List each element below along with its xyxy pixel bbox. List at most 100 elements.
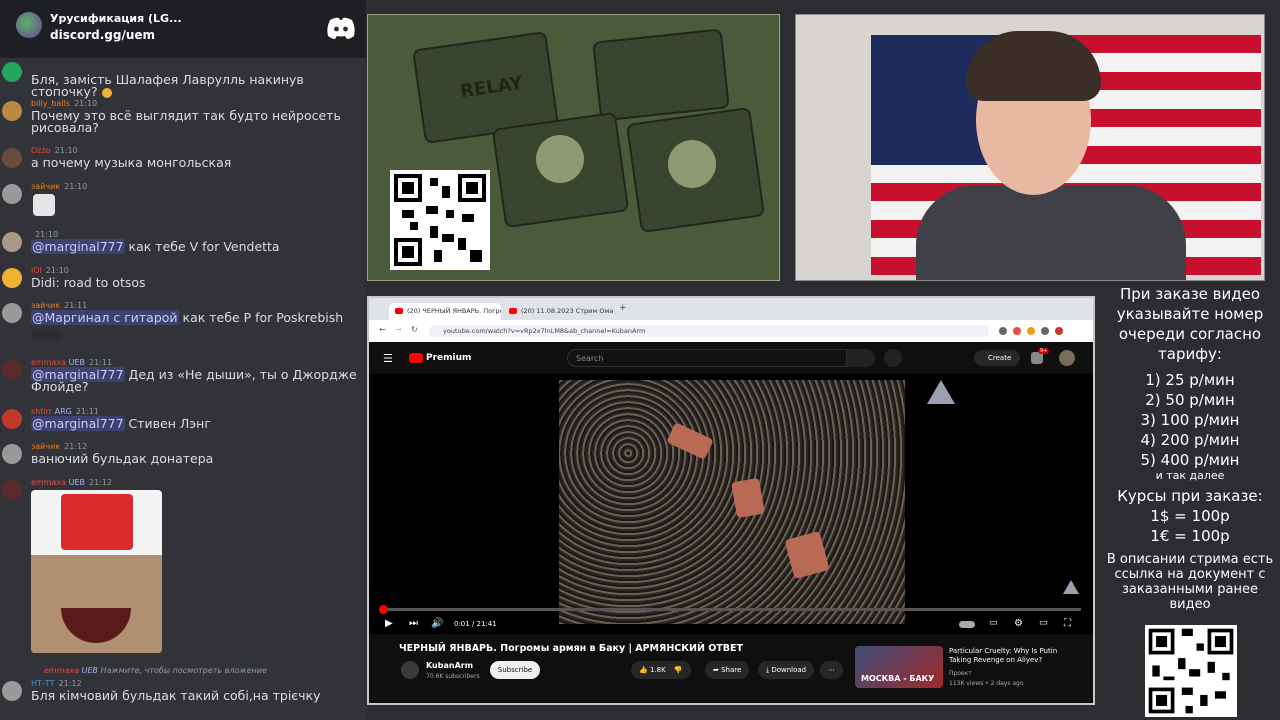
coffin-shape [731,477,765,519]
nav-back-icon[interactable]: ← [379,325,386,334]
search-icon[interactable] [847,349,875,367]
message-author: emmaxa UEB 21:12 [31,478,113,487]
reply-preview[interactable]: emmaxa UEB Нажмите, чтобы посмотреть вло… [44,666,267,675]
message-author: зайчик 21:10 [31,182,88,191]
server-invite-link[interactable]: discord.gg/uem [50,28,155,42]
qr-code[interactable] [390,170,490,270]
face-emblem [536,135,584,183]
server-icon[interactable] [16,12,42,38]
reaction-badge[interactable] [31,329,63,340]
settings-gear-icon[interactable]: ⚙ [1014,618,1023,629]
browser-tab-active[interactable]: (20) ЧЕРНЫЙ ЯНВАРЬ. Погромы [389,303,501,320]
channel-avatar[interactable] [401,661,419,679]
message-author: НТ-ТТ 21:12 [31,679,82,688]
progress-knob[interactable] [379,605,388,614]
message-text: Почему это всё выглядит так будто нейрос… [31,108,341,135]
channel-subscribers: 70.6K subscribers [426,673,480,680]
avatar [2,268,22,288]
message-text: Бля кімчовий бульдак такий собі,на трієч… [31,688,321,703]
person-hair [966,31,1101,101]
search-input[interactable]: Search [567,349,847,367]
message-text: @marginal777 Дед из «Не дыши», ты о Джор… [31,367,357,394]
url-input[interactable]: youtube.com/watch?v=vRp2x7lnLM8&ab_chann… [429,325,989,337]
tab-bar: (20) ЧЕРНЫЙ ЯНВАРЬ. Погромы (20) 11.08.2… [369,298,1093,320]
sticker-image[interactable] [33,194,55,216]
rates-title: Курсы при заказе: [1117,487,1263,505]
video-title: ЧЕРНЫЙ ЯНВАРЬ. Погромы армян в Баку | АР… [399,643,743,654]
order-instructions: При заказе видео указывайте номер очеред… [1116,285,1264,363]
autoplay-toggle[interactable] [959,621,975,628]
tariff-item: 1) 25 р/мин [1145,371,1235,389]
webcam-feed [795,14,1265,281]
address-bar: ← → ↻ youtube.com/watch?v=vRp2x7lnLM8&ab… [369,320,1093,342]
channel-name[interactable]: KubanArm [426,661,473,670]
youtube-header: ☰ Premium Search Create 9+ [369,342,1093,374]
recommended-thumbnail[interactable]: МОСКВА - БАКУ [855,646,943,688]
discord-icon [327,17,355,39]
progress-bar[interactable] [379,605,1081,614]
avatar [2,62,22,82]
like-button[interactable]: 👍 1.8K 👎 [631,661,691,679]
menu-icon[interactable]: ☰ [383,352,393,365]
avatar [2,681,22,701]
tariff-item: 3) 100 р/мин [1140,411,1240,429]
browser-tab[interactable]: (20) 11.08.2023 Стрим Ома [503,303,615,320]
relay-artwork: RELAY [367,14,780,281]
image-attachment[interactable] [31,490,162,653]
volume-icon[interactable]: 🔊 [431,618,443,629]
discord-chat-panel: Урусификация (LG... discord.gg/uem Бля, … [0,0,366,720]
qr-pattern [394,174,486,266]
thumbs-down-icon[interactable]: 👎 [674,666,683,674]
thumbs-up-icon: 👍 [639,666,650,674]
message-text: Didi: road to otsos [31,275,146,290]
recommended-channel[interactable]: Проект [949,670,972,677]
qr-code-document[interactable] [1145,625,1237,717]
avatar [2,232,22,252]
avatar [2,444,22,464]
more-actions-button[interactable]: ⋯ [820,661,843,679]
user-mention[interactable]: @Маргинал с гитарой [31,310,179,325]
youtube-premium-label[interactable]: Premium [426,353,471,363]
microphone-icon[interactable] [884,349,902,367]
avatar [2,184,22,204]
recommended-title[interactable]: Particular Cruelty: Why Is Putin Taking … [949,647,1059,665]
stream-description-note: В описании стрима есть ссылка на докумен… [1106,552,1274,612]
reload-icon[interactable]: ↻ [411,325,418,334]
avatar [2,101,22,121]
user-mention[interactable]: @marginal777 [31,416,125,431]
fullscreen-icon[interactable]: ⛶ [1064,618,1071,629]
create-button[interactable]: Create [974,350,1020,366]
download-button[interactable]: ⤓ Download [758,661,815,679]
message-text: а почему музыка монгольская [31,155,232,170]
new-tab-button[interactable]: + [619,303,627,313]
tariff-item: 2) 50 р/мин [1145,391,1235,409]
youtube-logo-icon[interactable] [409,353,423,363]
tariff-item: 4) 200 р/мин [1140,431,1240,449]
time-display: 0:01 / 21:41 [454,620,497,628]
message-author: Ozzo 21:10 [31,146,78,155]
subtitles-icon[interactable]: ▭ [989,618,998,628]
message-text: @marginal777 как тебе V for Vendetta [31,239,280,254]
recommended-meta: 113K views • 2 days ago [949,680,1024,687]
subscribe-button[interactable]: Subscribe [490,661,540,679]
browser-window: (20) ЧЕРНЫЙ ЯНВАРЬ. Погромы (20) 11.08.2… [367,296,1095,705]
play-icon[interactable]: ▶ [385,618,393,629]
crowd-footage [559,380,905,624]
corner-logo-icon [1063,580,1079,594]
video-player[interactable]: ▶ ⏭ 🔊 0:01 / 21:41 ▭ ⚙ ▭ ⛶ [369,374,1093,634]
nav-forward-icon[interactable]: → [395,325,402,334]
avatar [2,360,22,380]
user-mention[interactable]: @marginal777 [31,239,125,254]
rate-item: 1$ = 100р [1150,507,1230,525]
qr-pattern [1148,628,1234,714]
next-icon[interactable]: ⏭ [409,618,418,629]
tariff-list: 1) 25 р/мин 2) 50 р/мин 3) 100 р/мин 4) … [1100,370,1280,470]
extension-icons[interactable] [999,327,1079,335]
miniplayer-icon[interactable]: ▭ [1039,618,1048,628]
share-button[interactable]: ➦ Share [705,661,750,679]
message-text: ванючий бульдак донатера [31,451,214,466]
share-icon: ➦ [713,666,722,674]
account-avatar[interactable] [1059,350,1075,366]
tariff-etc: и так далее [1155,469,1225,482]
device-box [592,28,730,122]
